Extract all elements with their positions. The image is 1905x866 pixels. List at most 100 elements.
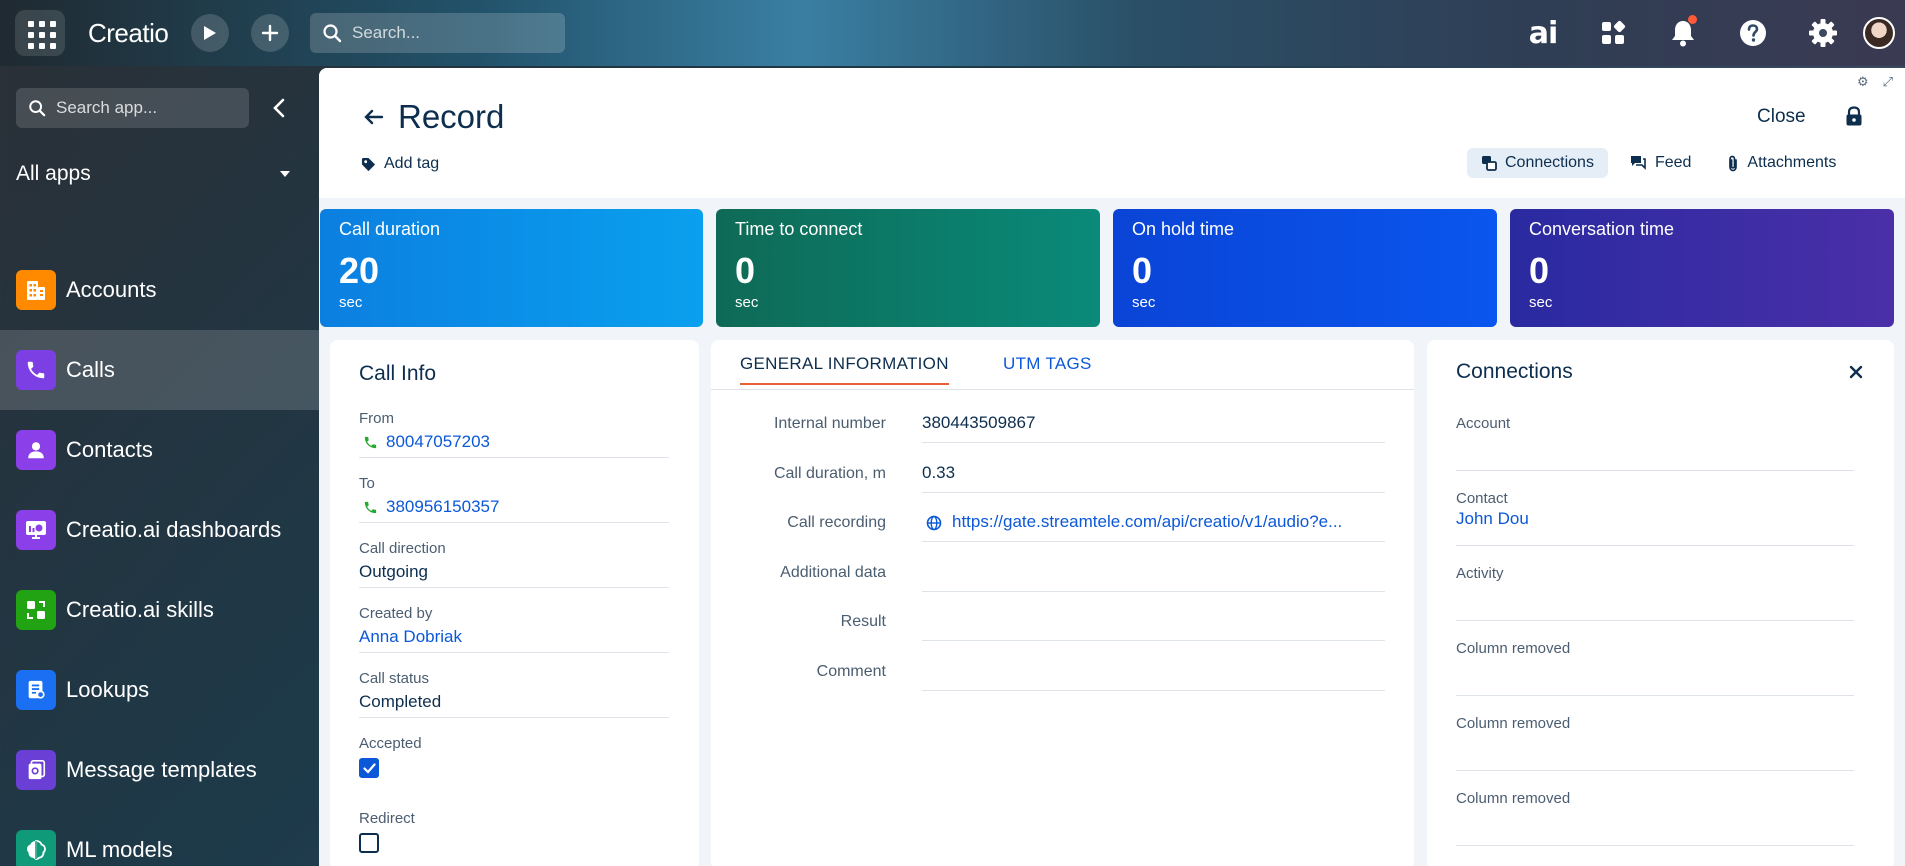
sidebar-item-lookups[interactable]: Lookups [0,650,319,730]
sidebar-item-message-templates[interactable]: Message templates [0,730,319,810]
result-field[interactable] [922,611,1385,641]
feed-icon [1630,156,1646,170]
plus-icon [261,24,279,42]
tab-connections[interactable]: Connections [1467,148,1608,178]
field-column-removed-2[interactable]: Column removed [1456,715,1854,771]
call-recording-link[interactable]: https://gate.streamtele.com/api/creatio/… [952,512,1342,532]
field-redirect: Redirect [359,810,415,853]
additional-data-field[interactable] [922,562,1385,592]
field-from: From 80047057203 [359,410,669,458]
ai-button[interactable]: ai [1524,14,1562,52]
field-label: Account [1456,415,1511,432]
sidebar-item-label: Lookups [66,677,150,702]
from-number-link[interactable]: 80047057203 [386,432,490,452]
app-hub-button[interactable] [1594,14,1632,52]
sidebar-item-label: Creatio.ai dashboards [66,517,282,542]
row-value-text: 380443509867 [922,413,1036,432]
row-label: Call duration, m [773,465,886,482]
to-number-link[interactable]: 380956150357 [386,497,499,517]
side-panel-tabs: Connections Feed Attachments [1467,148,1850,178]
field-label: Call status [359,670,430,687]
field-value[interactable]: 80047057203 [359,431,669,453]
close-connections-button[interactable] [1844,360,1868,384]
row-comment: Comment [711,663,1391,703]
field-label: Column removed [1456,640,1571,657]
expand-icon[interactable]: ⤢ [1883,74,1893,90]
play-icon [204,26,216,40]
record-page: ⚙ ⤢ Record Add tag Close Connections Fee… [319,68,1905,866]
close-button[interactable]: Close [1757,106,1806,128]
field-call-status: Call status Completed [359,670,669,718]
collapse-sidebar-button[interactable] [262,90,296,126]
tab-general-information[interactable]: GENERAL INFORMATION [740,354,949,385]
add-button[interactable] [251,14,289,52]
all-apps-dropdown[interactable]: All apps [16,154,291,194]
comment-field[interactable] [922,661,1385,691]
field-label: Created by [359,605,433,622]
lookup-icon [16,670,56,710]
user-avatar[interactable] [1863,17,1895,49]
phone-icon [364,501,377,513]
kpi-unit: sec [735,294,759,311]
field-value[interactable]: 380956150357 [359,496,669,518]
lock-icon [1846,106,1862,126]
kpi-title: Conversation time [1529,219,1675,239]
tag-icon [361,157,376,171]
sidebar-item-calls[interactable]: Calls [0,330,319,410]
kpi-unit: sec [339,294,363,311]
run-process-button[interactable] [191,14,229,52]
sidebar-item-creatio-ai-skills[interactable]: Creatio.ai skills [0,570,319,650]
tab-label: Feed [1654,154,1692,171]
accepted-checkbox[interactable] [359,758,379,778]
help-button[interactable] [1734,14,1772,52]
back-button[interactable] [359,102,389,132]
row-call-duration: Call duration, m 0.33 [711,463,1391,505]
internal-number-field[interactable]: 380443509867 [922,413,1385,443]
field-value[interactable]: Completed [359,691,669,713]
field-column-removed-1[interactable]: Column removed [1456,640,1854,696]
field-contact[interactable]: Contact John Dou [1456,490,1854,546]
skills-icon [16,590,56,630]
field-account[interactable]: Account [1456,415,1854,471]
redirect-checkbox[interactable] [359,833,379,853]
field-activity[interactable]: Activity [1456,565,1854,621]
building-icon [16,270,56,310]
field-to: To 380956150357 [359,475,669,523]
call-duration-field[interactable]: 0.33 [922,463,1385,493]
sidebar-item-label: Message templates [66,757,257,782]
sidebar-item-contacts[interactable]: Contacts [0,410,319,490]
app-search-input[interactable] [56,98,236,118]
chevron-left-icon [273,98,285,118]
row-label: Comment [816,663,886,680]
field-value[interactable]: Outgoing [359,561,669,583]
field-label: Column removed [1456,715,1571,732]
sidebar-item-creatio-ai-dashboards[interactable]: Creatio.ai dashboards [0,490,319,570]
tab-utm-tags[interactable]: UTM TAGS [1003,354,1092,383]
row-label: Additional data [780,564,886,581]
lock-button[interactable] [1845,106,1869,130]
tab-attachments[interactable]: Attachments [1713,148,1850,178]
call-recording-field[interactable]: https://gate.streamtele.com/api/creatio/… [922,512,1385,542]
app-search[interactable] [16,88,249,128]
all-apps-label: All apps [16,162,91,185]
global-search[interactable] [310,13,565,53]
add-tag-button[interactable]: Add tag [361,155,439,173]
notifications-button[interactable] [1664,14,1702,52]
panel-settings-icon[interactable]: ⚙ [1857,74,1869,90]
field-label: Column removed [1456,790,1571,807]
tab-feed[interactable]: Feed [1616,148,1705,178]
row-label: Internal number [773,415,886,432]
field-column-removed-3[interactable]: Column removed [1456,790,1854,846]
sidebar-item-ml-models[interactable]: ML models [0,810,319,866]
notification-dot [1688,15,1697,24]
created-by-link[interactable]: Anna Dobriak [359,626,669,648]
settings-button[interactable] [1804,14,1842,52]
contact-link[interactable]: John Dou [1456,508,1854,530]
sidebar-item-accounts[interactable]: Accounts [0,250,319,330]
apps-grid-button[interactable] [15,10,65,56]
field-value [1456,436,1854,458]
phone-icon [364,436,377,448]
top-bar: Creatio ai [0,0,1905,66]
caret-down-icon [280,171,290,177]
global-search-input[interactable] [352,23,552,43]
